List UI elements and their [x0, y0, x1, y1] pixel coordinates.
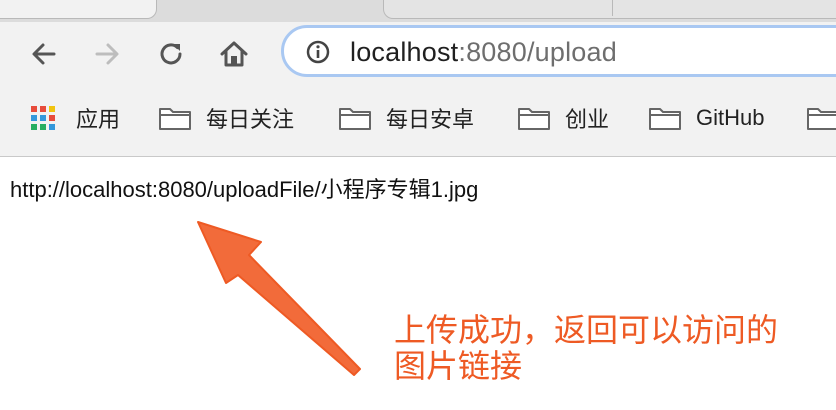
annotation-line-2: 图片链接 [394, 348, 523, 384]
annotation-text: 上传成功，返回可以访问的 图片链接 [394, 312, 778, 384]
annotation-line-1: 上传成功，返回可以访问的 [394, 312, 779, 348]
